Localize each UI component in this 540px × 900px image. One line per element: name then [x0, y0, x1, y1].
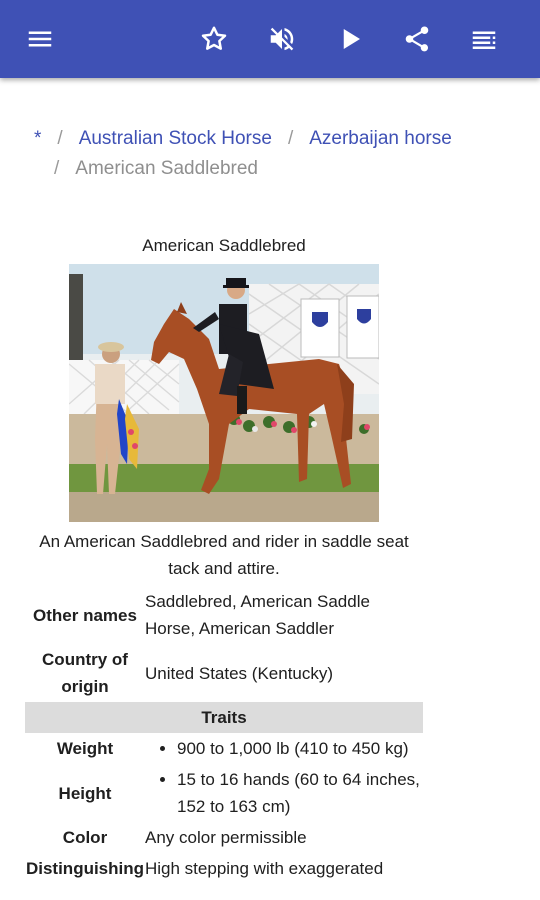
table-row: Color Any color permissible	[25, 822, 423, 853]
mute-button[interactable]	[262, 19, 302, 59]
distinguishing-value: High stepping with exaggerated	[145, 859, 384, 878]
color-label: Color	[62, 828, 108, 847]
weight-cell: 900 to 1,000 lb (410 to 450 kg)	[145, 733, 423, 764]
star-icon	[201, 26, 227, 50]
infobox-title: American Saddlebred	[142, 236, 306, 255]
table-row: Country of origin United States (Kentuck…	[25, 644, 423, 702]
breadcrumb-root-link[interactable]: *	[34, 128, 41, 149]
menu-button[interactable]	[20, 19, 60, 59]
other-names-label: Other names	[33, 605, 137, 625]
country-label: Country of origin	[42, 650, 128, 696]
distinguishing-label: Distinguishing	[25, 859, 145, 878]
play-button[interactable]	[330, 19, 370, 59]
share-button[interactable]	[397, 19, 437, 59]
play-icon	[343, 29, 360, 49]
share-icon	[405, 26, 429, 52]
table-row: Height 15 to 16 hands (60 to 64 inches, …	[25, 764, 423, 822]
traits-header: Traits	[25, 702, 423, 733]
table-row: Traits	[25, 702, 423, 733]
weight-label: Weight	[56, 739, 114, 758]
image-caption: An American Saddlebred and rider in sadd…	[39, 532, 409, 578]
breadcrumb-separator: /	[287, 128, 294, 149]
breadcrumb-separator: /	[54, 158, 60, 179]
list-icon	[472, 31, 496, 49]
menu-icon	[28, 31, 52, 47]
app-toolbar	[0, 0, 540, 78]
table-row: Other names Saddlebred, American Saddle …	[25, 586, 423, 644]
height-cell: 15 to 16 hands (60 to 64 inches, 152 to …	[145, 764, 423, 822]
height-label: Height	[58, 783, 112, 803]
infobox-table: Other names Saddlebred, American Saddle …	[25, 586, 423, 884]
favorite-button[interactable]	[194, 19, 234, 59]
breadcrumb: * / Australian Stock Horse / Azerbaijan hors…	[34, 124, 514, 184]
table-row: Distinguishing High stepping with exagge…	[25, 853, 423, 884]
breadcrumb-current: American Saddlebred	[75, 158, 258, 179]
color-value: Any color permissible	[145, 828, 307, 847]
mute-icon	[270, 27, 294, 51]
table-row: Weight 900 to 1,000 lb (410 to 450 kg)	[25, 733, 423, 764]
weight-value: 900 to 1,000 lb (410 to 450 kg)	[177, 735, 423, 762]
country-value[interactable]: United States (Kentucky)	[145, 644, 423, 702]
breadcrumb-link-australian-stock-horse[interactable]: Australian Stock Horse	[79, 128, 272, 149]
breadcrumb-separator: /	[57, 128, 63, 149]
contents-button[interactable]	[464, 19, 504, 59]
breadcrumb-link-azerbaijan-horse[interactable]: Azerbaijan horse	[309, 128, 452, 149]
infobox: American Saddlebred An American Saddlebr…	[25, 232, 423, 884]
horse-photo[interactable]	[69, 264, 379, 522]
other-names-value: Saddlebred, American Saddle Horse, Ameri…	[145, 592, 370, 638]
height-value: 15 to 16 hands (60 to 64 inches, 152 to …	[177, 766, 423, 820]
